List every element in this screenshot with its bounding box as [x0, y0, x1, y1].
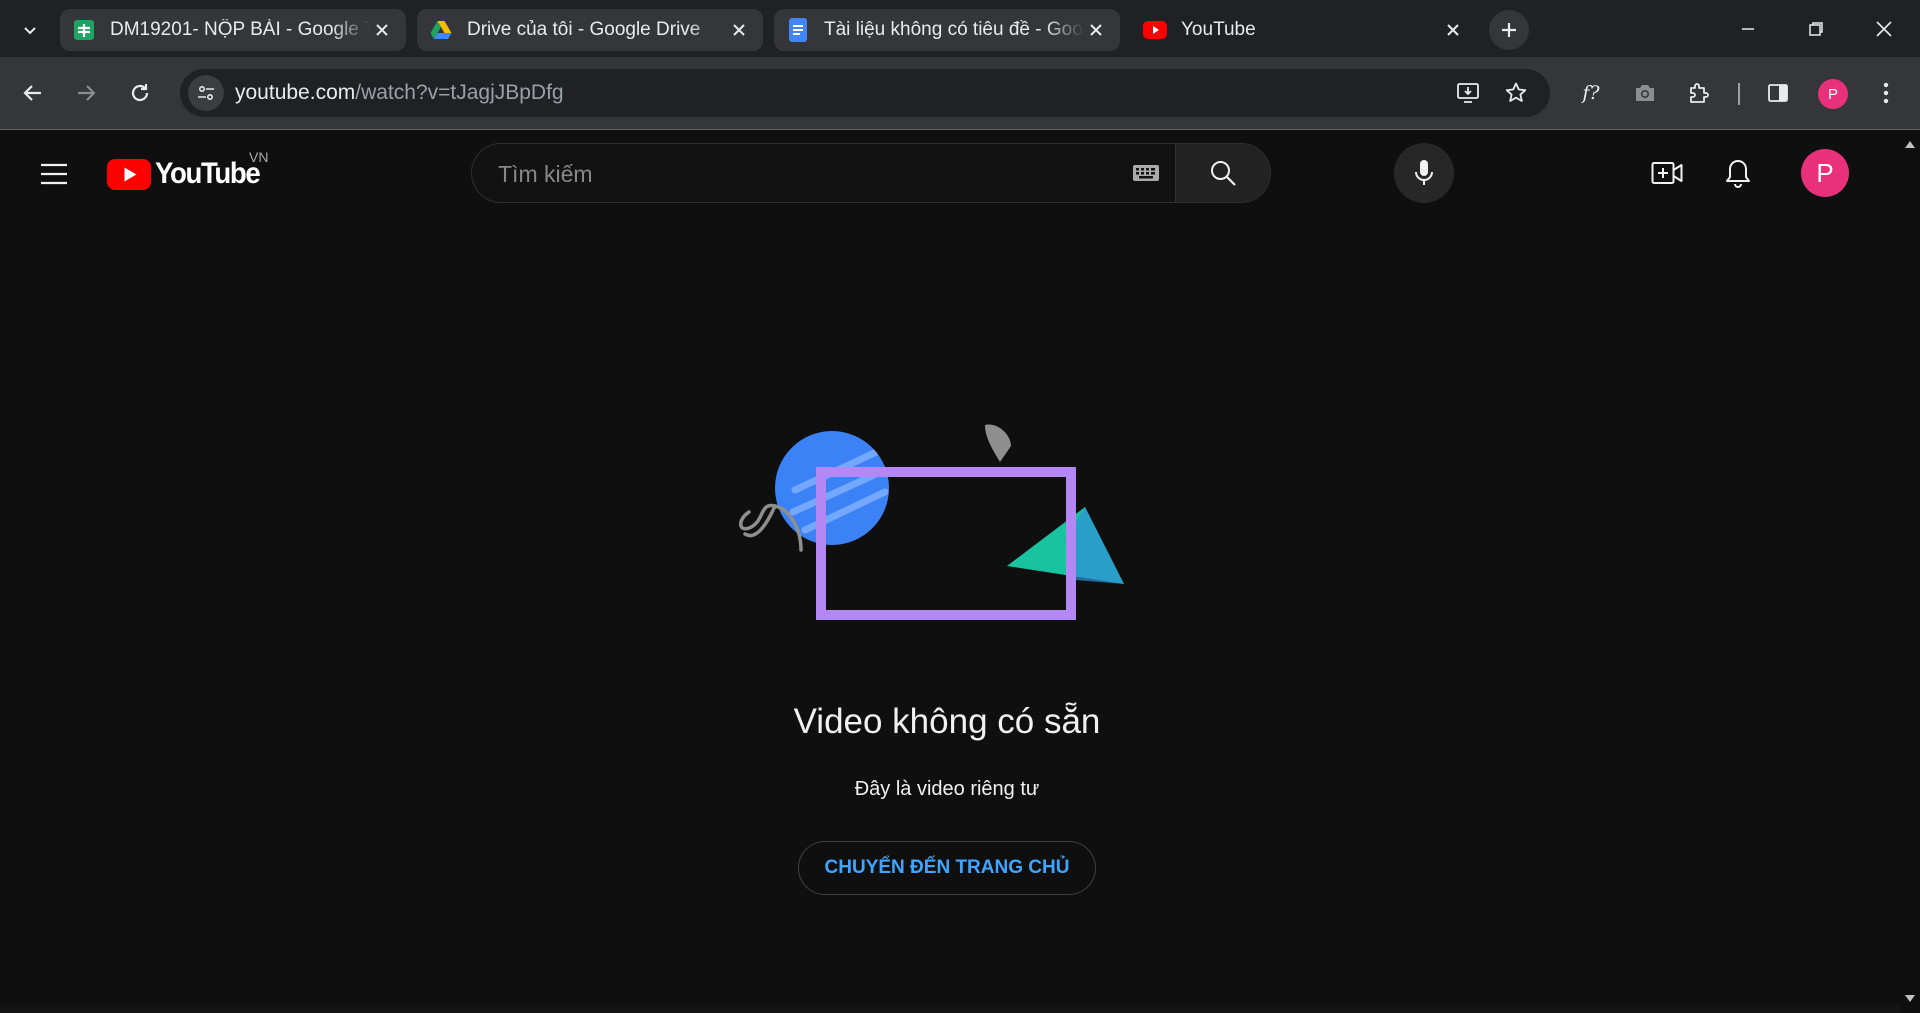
teal-triangle-shape [1007, 507, 1124, 584]
minimize-icon[interactable] [1728, 12, 1768, 46]
scroll-up-icon[interactable] [1904, 138, 1916, 150]
address-bar[interactable]: youtube.com/watch?v=tJagjJBpDfg [180, 69, 1550, 117]
tab-sheets[interactable]: DM19201- NỘP BÀI - Google Trang tính [60, 9, 406, 51]
page-scrollbar[interactable] [1900, 130, 1920, 1013]
address-path: /watch?v=tJagjJBpDfg [355, 81, 564, 104]
site-info-icon[interactable] [188, 75, 224, 111]
go-to-home-button[interactable]: CHUYỂN ĐẾN TRANG CHỦ [798, 841, 1096, 895]
reload-icon[interactable] [120, 73, 160, 113]
youtube-search-box [471, 143, 1271, 203]
extensions-puzzle-icon[interactable] [1679, 73, 1719, 113]
youtube-logo[interactable]: YouTube VN [107, 149, 268, 192]
notifications-button[interactable] [1716, 151, 1760, 195]
blue-circle-shape [775, 431, 889, 545]
scroll-down-icon[interactable] [1904, 992, 1916, 1004]
address-domain: youtube.com [235, 81, 356, 104]
side-panel-icon[interactable] [1758, 73, 1798, 113]
close-tab-icon[interactable] [370, 18, 394, 42]
sheets-icon [72, 18, 96, 42]
browser-profile-avatar[interactable]: P [1818, 79, 1848, 109]
keyboard-icon[interactable] [1131, 161, 1161, 185]
tab-title: YouTube [1181, 19, 1256, 40]
close-window-icon[interactable] [1864, 12, 1904, 46]
grey-leaf-shape [985, 424, 1011, 462]
bottom-edge [0, 1005, 1900, 1013]
video-private-subtitle: Đây là video riêng tư [854, 778, 1040, 800]
country-code: VN [249, 149, 269, 165]
voice-search-button[interactable] [1394, 143, 1454, 203]
browser-menu-icon[interactable] [1866, 73, 1906, 113]
camera-extension-icon[interactable] [1625, 73, 1665, 113]
tab-title: Tài liệu không có tiêu đề - Google Tài l… [824, 19, 1084, 40]
tab-search-chevron-icon[interactable] [14, 14, 46, 46]
bookmark-star-icon[interactable] [1500, 77, 1532, 109]
new-tab-button[interactable] [1489, 10, 1529, 50]
install-app-icon[interactable] [1453, 77, 1485, 109]
tab-title: DM19201- NỘP BÀI - Google Trang tính [110, 19, 370, 40]
back-icon[interactable] [13, 73, 53, 113]
youtube-header: YouTube VN P [0, 130, 1900, 216]
tab-drive[interactable]: Drive của tôi - Google Drive [417, 9, 763, 51]
youtube-wordmark: YouTube [155, 157, 261, 190]
restore-icon[interactable] [1796, 12, 1836, 46]
hamburger-menu-icon[interactable] [34, 154, 74, 194]
youtube-icon [1143, 18, 1167, 42]
tab-docs[interactable]: Tài liệu không có tiêu đề - Google Tài l… [774, 9, 1120, 51]
docs-icon [786, 18, 810, 42]
create-video-icon [1651, 162, 1683, 184]
youtube-play-logo-icon [107, 158, 151, 190]
address-url[interactable]: youtube.com/watch?v=tJagjJBpDfg [235, 81, 564, 105]
toolbar-divider [1738, 83, 1740, 105]
close-tab-icon[interactable] [1084, 18, 1108, 42]
close-tab-icon[interactable] [727, 18, 751, 42]
account-avatar[interactable]: P [1801, 149, 1849, 197]
close-tab-icon[interactable] [1441, 18, 1465, 42]
bell-icon [1726, 160, 1750, 188]
create-video-button[interactable] [1645, 151, 1689, 195]
tab-title: Drive của tôi - Google Drive [467, 19, 701, 40]
forward-icon[interactable] [66, 73, 106, 113]
microphone-icon [1415, 160, 1433, 185]
search-icon [1211, 161, 1236, 186]
drive-icon [429, 18, 453, 42]
video-unavailable-illustration [739, 424, 1124, 620]
formula-extension-icon[interactable]: f? [1571, 73, 1611, 113]
search-input[interactable] [496, 144, 1200, 202]
tab-youtube-active[interactable]: YouTube [1131, 9, 1477, 51]
video-unavailable-title: Video không có sẵn [793, 702, 1101, 741]
browser-toolbar: youtube.com/watch?v=tJagjJBpDfg f? P [0, 57, 1920, 130]
browser-tab-strip: DM19201- NỘP BÀI - Google Trang tính Dri… [0, 0, 1920, 57]
